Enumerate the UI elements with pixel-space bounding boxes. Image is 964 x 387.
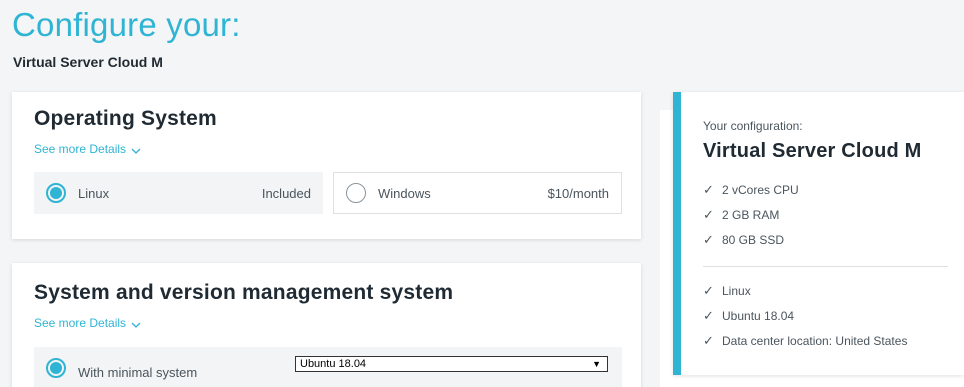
system-see-more-details-label: See more Details bbox=[34, 316, 127, 330]
os-see-more-details-label: See more Details bbox=[34, 142, 127, 156]
summary-spec-item: ✓ 2 GB RAM bbox=[703, 202, 799, 227]
os-option-price: $10/month bbox=[547, 185, 609, 201]
summary-spec-label: 80 GB SSD bbox=[722, 232, 785, 247]
operating-system-title: Operating System bbox=[34, 107, 217, 130]
os-option-windows[interactable]: Windows $10/month bbox=[333, 172, 622, 214]
os-see-more-details-link[interactable]: See more Details bbox=[34, 142, 141, 157]
summary-spec-item: ✓ 2 vCores CPU bbox=[703, 177, 799, 202]
os-option-label: Linux bbox=[78, 185, 110, 201]
check-icon: ✓ bbox=[703, 181, 714, 197]
radio-selected-icon[interactable] bbox=[46, 183, 66, 203]
configuration-summary-panel: Your configuration: Virtual Server Cloud… bbox=[673, 92, 964, 375]
page-title: Configure your: bbox=[12, 6, 241, 43]
check-icon: ✓ bbox=[703, 307, 714, 323]
radio-selected-icon[interactable] bbox=[46, 358, 66, 378]
version-select[interactable]: Ubuntu 18.04 ▼ bbox=[295, 356, 608, 372]
summary-selection-item: ✓ Ubuntu 18.04 bbox=[703, 303, 907, 328]
summary-selection-label: Linux bbox=[722, 283, 751, 298]
system-management-card: System and version management system See… bbox=[12, 263, 641, 387]
chevron-down-icon bbox=[131, 317, 141, 331]
check-icon: ✓ bbox=[703, 206, 714, 222]
summary-selection-item: ✓ Linux bbox=[703, 278, 907, 303]
os-option-price: Included bbox=[261, 185, 311, 201]
check-icon: ✓ bbox=[703, 332, 714, 348]
summary-selection-item: ✓ Data center location: United States bbox=[703, 328, 907, 353]
os-option-linux[interactable]: Linux Included bbox=[34, 172, 323, 214]
summary-selection-list: ✓ Linux ✓ Ubuntu 18.04 ✓ Data center loc… bbox=[703, 278, 907, 353]
radio-unselected-icon[interactable] bbox=[346, 183, 366, 203]
system-option-label: With minimal system bbox=[78, 364, 198, 380]
summary-spec-label: 2 vCores CPU bbox=[722, 182, 799, 197]
page-subtitle: Virtual Server Cloud M bbox=[13, 54, 163, 70]
summary-selection-label: Data center location: United States bbox=[722, 333, 908, 348]
version-select-value: Ubuntu 18.04 bbox=[300, 358, 367, 370]
dropdown-arrow-icon: ▼ bbox=[592, 359, 601, 369]
check-icon: ✓ bbox=[703, 231, 714, 247]
summary-spec-list: ✓ 2 vCores CPU ✓ 2 GB RAM ✓ 80 GB SSD bbox=[703, 177, 799, 252]
operating-system-card: Operating System See more Details Linux … bbox=[12, 92, 641, 239]
summary-title: Virtual Server Cloud M bbox=[703, 140, 922, 162]
system-see-more-details-link[interactable]: See more Details bbox=[34, 316, 141, 331]
summary-spec-item: ✓ 80 GB SSD bbox=[703, 227, 799, 252]
chevron-down-icon bbox=[131, 143, 141, 157]
system-management-title: System and version management system bbox=[34, 281, 454, 304]
summary-selection-label: Ubuntu 18.04 bbox=[722, 308, 795, 323]
summary-spec-label: 2 GB RAM bbox=[722, 207, 780, 222]
summary-divider bbox=[703, 266, 948, 267]
summary-caption: Your configuration: bbox=[703, 119, 803, 133]
os-option-label: Windows bbox=[378, 185, 431, 201]
check-icon: ✓ bbox=[703, 282, 714, 298]
